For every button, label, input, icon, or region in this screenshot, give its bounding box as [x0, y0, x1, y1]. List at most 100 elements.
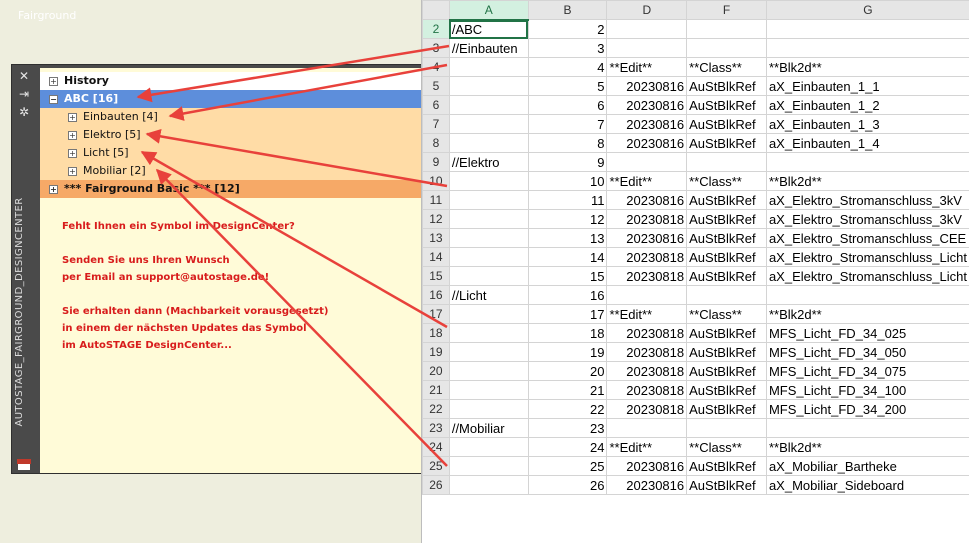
cell-f[interactable]: [686, 19, 767, 39]
cell-d[interactable]: 20230818: [606, 266, 688, 286]
cell-a[interactable]: [448, 209, 529, 229]
cell-d[interactable]: **Edit**: [606, 171, 688, 191]
cell-g[interactable]: aX_Elektro_Stromanschluss_Licht: [765, 247, 969, 267]
cell-g[interactable]: [765, 285, 969, 305]
cell-b[interactable]: 24: [527, 437, 608, 457]
cell-a[interactable]: [448, 57, 529, 77]
cell-g[interactable]: MFS_Licht_FD_34_050: [765, 342, 969, 362]
row-header[interactable]: 20: [422, 361, 450, 381]
cell-a[interactable]: [448, 133, 529, 153]
row-header[interactable]: 5: [422, 76, 450, 96]
cell-d[interactable]: [606, 152, 688, 172]
cell-b[interactable]: 12: [527, 209, 608, 229]
cell-d[interactable]: 20230818: [606, 342, 688, 362]
cell-a[interactable]: [448, 342, 529, 362]
tree-item-abc[interactable]: − ABC [16]: [40, 90, 424, 108]
cell-a[interactable]: //Elektro: [448, 152, 529, 172]
cell-f[interactable]: **Class**: [686, 57, 767, 77]
row-header[interactable]: 7: [422, 114, 450, 134]
cell-g[interactable]: aX_Einbauten_1_4: [765, 133, 969, 153]
cell-g[interactable]: [765, 38, 969, 58]
row-header[interactable]: 17: [422, 304, 450, 324]
cell-g[interactable]: **Blk2d**: [765, 171, 969, 191]
row-header[interactable]: 15: [422, 266, 450, 286]
cell-g[interactable]: MFS_Licht_FD_34_200: [765, 399, 969, 419]
cell-f[interactable]: AuStBlkRef: [686, 247, 767, 267]
cell-f[interactable]: AuStBlkRef: [686, 399, 767, 419]
cell-f[interactable]: AuStBlkRef: [686, 342, 767, 362]
cell-f[interactable]: **Class**: [686, 437, 767, 457]
cell-g[interactable]: [765, 418, 969, 438]
palette-vertical-title[interactable]: AUTOSTAGE_FAIRGROUND_DESIGNCENTER: [14, 142, 28, 482]
cell-a[interactable]: [448, 171, 529, 191]
row-header[interactable]: 6: [422, 95, 450, 115]
cell-f[interactable]: [686, 152, 767, 172]
cell-b[interactable]: 22: [527, 399, 608, 419]
cell-d[interactable]: [606, 418, 688, 438]
cell-a[interactable]: [448, 190, 529, 210]
cell-g[interactable]: aX_Elektro_Stromanschluss_CEE: [765, 228, 969, 248]
row-header[interactable]: 13: [422, 228, 450, 248]
tree-item-elektro[interactable]: + Elektro [5]: [40, 126, 424, 144]
column-header[interactable]: F: [686, 0, 767, 20]
cell-d[interactable]: 20230818: [606, 323, 688, 343]
cell-a[interactable]: [448, 95, 529, 115]
cell-d[interactable]: **Edit**: [606, 304, 688, 324]
cell-b[interactable]: 23: [527, 418, 608, 438]
row-header[interactable]: 25: [422, 456, 450, 476]
cell-a[interactable]: [448, 323, 529, 343]
cell-a[interactable]: [448, 361, 529, 381]
cell-d[interactable]: 20230818: [606, 247, 688, 267]
cell-b[interactable]: 25: [527, 456, 608, 476]
cell-d[interactable]: 20230818: [606, 361, 688, 381]
cell-g[interactable]: **Blk2d**: [765, 57, 969, 77]
cell-b[interactable]: 21: [527, 380, 608, 400]
cell-g[interactable]: MFS_Licht_FD_34_025: [765, 323, 969, 343]
settings-icon[interactable]: ✲: [17, 105, 31, 119]
cell-g[interactable]: aX_Einbauten_1_3: [765, 114, 969, 134]
cell-d[interactable]: 20230818: [606, 380, 688, 400]
cell-g[interactable]: MFS_Licht_FD_34_075: [765, 361, 969, 381]
cell-b[interactable]: 6: [527, 95, 608, 115]
cell-f[interactable]: AuStBlkRef: [686, 190, 767, 210]
row-header[interactable]: 11: [422, 190, 450, 210]
cell-b[interactable]: 20: [527, 361, 608, 381]
cell-b[interactable]: 10: [527, 171, 608, 191]
cell-f[interactable]: AuStBlkRef: [686, 209, 767, 229]
cell-b[interactable]: 3: [527, 38, 608, 58]
cell-b[interactable]: 11: [527, 190, 608, 210]
expand-icon[interactable]: +: [49, 77, 58, 86]
cell-b[interactable]: 13: [527, 228, 608, 248]
cell-f[interactable]: [686, 38, 767, 58]
cell-a[interactable]: /ABC: [448, 19, 529, 39]
cell-g[interactable]: MFS_Licht_FD_34_100: [765, 380, 969, 400]
cell-f[interactable]: **Class**: [686, 304, 767, 324]
cell-f[interactable]: AuStBlkRef: [686, 114, 767, 134]
cell-f[interactable]: AuStBlkRef: [686, 361, 767, 381]
select-all-corner[interactable]: [422, 0, 450, 20]
cell-a[interactable]: [448, 266, 529, 286]
cell-d[interactable]: **Edit**: [606, 57, 688, 77]
cell-d[interactable]: 20230816: [606, 95, 688, 115]
cell-d[interactable]: 20230816: [606, 475, 688, 495]
row-header[interactable]: 2: [422, 19, 450, 39]
cell-a[interactable]: [448, 475, 529, 495]
cell-d[interactable]: [606, 285, 688, 305]
cell-b[interactable]: 26: [527, 475, 608, 495]
cell-d[interactable]: [606, 38, 688, 58]
cell-b[interactable]: 2: [527, 19, 608, 39]
tree-item-fairground-basic[interactable]: + *** Fairground Basic *** [12]: [40, 180, 424, 198]
tree-item-einbauten[interactable]: + Einbauten [4]: [40, 108, 424, 126]
cell-b[interactable]: 5: [527, 76, 608, 96]
cell-d[interactable]: 20230816: [606, 190, 688, 210]
cell-d[interactable]: 20230816: [606, 133, 688, 153]
cell-g[interactable]: aX_Elektro_Stromanschluss_Licht: [765, 266, 969, 286]
cell-g[interactable]: aX_Einbauten_1_1: [765, 76, 969, 96]
column-header[interactable]: D: [606, 0, 688, 20]
row-header[interactable]: 3: [422, 38, 450, 58]
cell-d[interactable]: 20230816: [606, 456, 688, 476]
cell-b[interactable]: 17: [527, 304, 608, 324]
cell-g[interactable]: [765, 152, 969, 172]
expand-icon[interactable]: +: [49, 185, 58, 194]
cell-a[interactable]: [448, 304, 529, 324]
